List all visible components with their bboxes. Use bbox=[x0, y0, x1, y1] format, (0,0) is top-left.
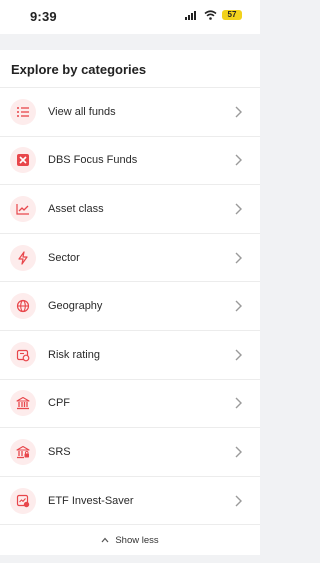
section-title: Explore by categories bbox=[11, 62, 147, 77]
category-sector[interactable]: Sector bbox=[0, 232, 260, 282]
bank-lock-icon bbox=[10, 438, 36, 465]
chevron-up-icon bbox=[101, 537, 109, 543]
category-label: Geography bbox=[48, 300, 103, 313]
category-label: SRS bbox=[48, 445, 71, 458]
battery-icon: 57 bbox=[222, 10, 242, 20]
category-list: View all funds DBS Focus Funds Asset cla… bbox=[0, 87, 260, 524]
category-label: CPF bbox=[48, 397, 70, 410]
category-label: View all funds bbox=[48, 105, 116, 118]
category-label: ETF Invest-Saver bbox=[48, 494, 134, 507]
category-srs[interactable]: SRS bbox=[0, 427, 260, 476]
chevron-right-icon bbox=[235, 446, 242, 458]
category-cpf[interactable]: CPF bbox=[0, 378, 260, 428]
category-view-all-funds[interactable]: View all funds bbox=[0, 87, 260, 136]
chevron-right-icon bbox=[235, 252, 242, 264]
lightning-icon bbox=[10, 244, 36, 271]
chevron-right-icon bbox=[235, 349, 242, 361]
category-etf-invest-saver[interactable]: ETF Invest-Saver bbox=[0, 475, 260, 525]
category-label: Risk rating bbox=[48, 348, 100, 361]
list-icon bbox=[10, 98, 36, 125]
show-less-button[interactable]: Show less bbox=[0, 524, 260, 555]
chevron-right-icon bbox=[235, 397, 242, 409]
category-label: DBS Focus Funds bbox=[48, 154, 138, 167]
chevron-right-icon bbox=[235, 106, 242, 118]
chevron-right-icon bbox=[235, 154, 242, 166]
chevron-right-icon bbox=[235, 300, 242, 312]
category-asset-class[interactable]: Asset class bbox=[0, 184, 260, 233]
wifi-icon bbox=[204, 10, 217, 20]
category-dbs-focus-funds[interactable]: DBS Focus Funds bbox=[0, 135, 260, 185]
globe-icon bbox=[10, 293, 36, 320]
risk-rating-icon bbox=[10, 341, 36, 368]
category-risk-rating[interactable]: Risk rating bbox=[0, 329, 260, 379]
signal-icon bbox=[185, 11, 196, 20]
category-geography[interactable]: Geography bbox=[0, 281, 260, 330]
status-bar: 9:39 57 bbox=[0, 0, 260, 34]
bank-icon bbox=[10, 390, 36, 417]
etf-saver-icon bbox=[10, 487, 36, 514]
focus-badge-icon bbox=[10, 147, 36, 174]
explore-categories-card: Explore by categories View all funds DBS… bbox=[0, 50, 260, 555]
category-label: Asset class bbox=[48, 202, 104, 215]
status-icons: 57 bbox=[185, 10, 242, 20]
show-less-label: Show less bbox=[115, 534, 159, 546]
chevron-right-icon bbox=[235, 495, 242, 507]
trend-chart-icon bbox=[10, 195, 36, 222]
category-label: Sector bbox=[48, 251, 80, 264]
status-time: 9:39 bbox=[30, 9, 57, 24]
chevron-right-icon bbox=[235, 203, 242, 215]
